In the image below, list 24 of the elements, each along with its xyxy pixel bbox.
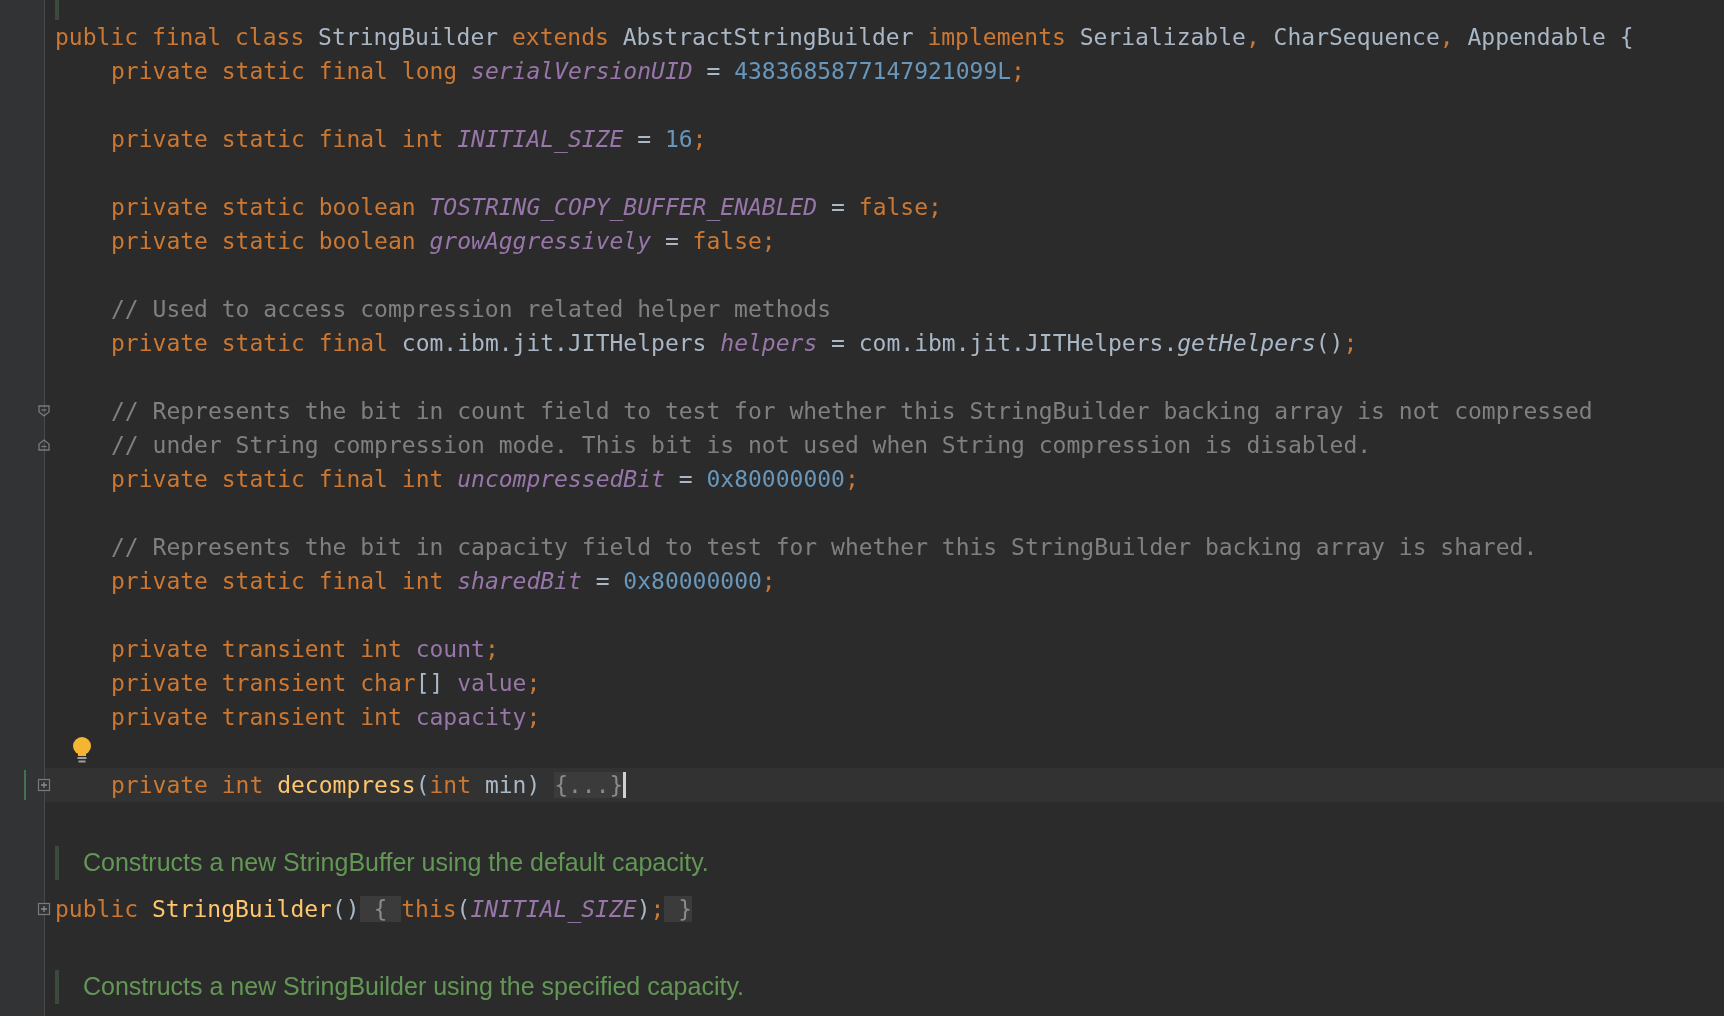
code-comment: // Represents the bit in capacity field to test for whether this StringBuilder backing array is shared. xyxy=(111,533,1538,560)
code-line: private static boolean growAggressively = false; xyxy=(111,227,776,254)
expand-icon[interactable] xyxy=(37,777,51,792)
code-line: private static final int uncompressedBit = 0x80000000; xyxy=(111,465,859,492)
doc-comment: Constructs a new StringBuffer using the default capacity. xyxy=(83,848,709,878)
code-line: private static final long serialVersionUID = 4383685877147921099L; xyxy=(111,57,1025,84)
code-line: private transient int capacity; xyxy=(111,703,541,730)
code-line: public final class StringBuilder extends AbstractStringBuilder implements Serializable, CharSequence, Appendable { xyxy=(55,23,1634,50)
fold-icon[interactable] xyxy=(37,403,51,418)
fold-icon[interactable] xyxy=(37,437,51,452)
code-comment: // Represents the bit in count field to test for whether this StringBuilder backing array is not compressed xyxy=(111,397,1593,424)
code-line: private static final int sharedBit = 0x80000000; xyxy=(111,567,776,594)
code-line: private int decompress(int min) {...} xyxy=(111,771,624,798)
doc-comment: Constructs a new StringBuilder using the specified capacity. xyxy=(83,972,744,1002)
code-line: private transient int count; xyxy=(111,635,499,662)
expand-icon[interactable] xyxy=(37,901,51,916)
code-line: private transient char[] value; xyxy=(111,669,541,696)
code-line: public StringBuilder() { this(INITIAL_SIZE); } xyxy=(55,895,693,922)
code-line: private static boolean TOSTRING_COPY_BUFFER_ENABLED = false; xyxy=(111,193,942,220)
code-comment: // Used to access compression related helper methods xyxy=(111,295,832,322)
lightbulb-icon[interactable] xyxy=(72,735,92,764)
code-comment: // under String compression mode. This bit is not used when String compression is disabled. xyxy=(111,431,1372,458)
code-line: private static final com.ibm.jit.JITHelpers helpers = com.ibm.jit.JITHelpers.getHelpers(); xyxy=(111,329,1358,356)
code-line: private static final int INITIAL_SIZE = 16; xyxy=(111,125,707,152)
